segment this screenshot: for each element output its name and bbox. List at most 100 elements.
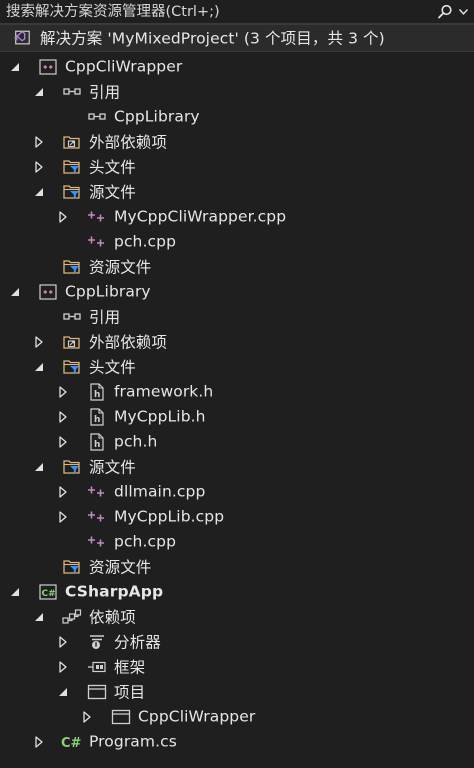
tree-node-cpplib-h-fw[interactable]: h framework.h xyxy=(0,379,474,404)
tree-node-label: CppCliWrapper xyxy=(65,57,183,76)
tree-node-csharp[interactable]: C# CSharpApp xyxy=(0,579,474,604)
solution-tree: CppCliWrapper 引用 CppLibrary 外部依赖项 头文件 源文件 MyCp… xyxy=(0,54,474,754)
collapsed-chevron-icon[interactable] xyxy=(80,710,94,724)
tree-node-csharp-deps[interactable]: 依赖项 xyxy=(0,604,474,629)
tree-node-csharp-deps-proj[interactable]: 项目 xyxy=(0,679,474,704)
tree-node-label: 依赖项 xyxy=(89,608,136,627)
tree-node-label: CppCliWrapper xyxy=(138,707,256,726)
cpp-project-icon xyxy=(37,58,59,76)
collapsed-chevron-icon[interactable] xyxy=(56,510,70,524)
project-ref-icon xyxy=(86,683,108,701)
expanded-chevron-icon[interactable] xyxy=(32,610,46,624)
header-file-icon: h xyxy=(86,407,108,426)
tree-node-label: 引用 xyxy=(89,308,121,327)
tree-node-cppcli-headers[interactable]: 头文件 xyxy=(0,154,474,179)
header-file-icon: h xyxy=(86,432,108,451)
solution-node[interactable]: 解决方案 'MyMixedProject' (3 个项目，共 3 个) xyxy=(0,23,474,52)
expanded-chevron-icon[interactable] xyxy=(8,60,22,74)
svg-text:C#: C# xyxy=(61,736,82,750)
tree-node-csharp-deps-proj-cli[interactable]: CppCliWrapper xyxy=(0,704,474,729)
search-input[interactable] xyxy=(6,1,434,23)
filter-folder-icon xyxy=(61,158,83,176)
svg-text:C#: C# xyxy=(42,589,56,599)
svg-text:h: h xyxy=(94,440,100,450)
expanded-chevron-icon[interactable] xyxy=(32,185,46,199)
collapsed-chevron-icon[interactable] xyxy=(56,210,70,224)
tree-node-label: Program.cs xyxy=(89,732,177,751)
reference-icon xyxy=(61,83,83,101)
expanded-chevron-icon[interactable] xyxy=(32,360,46,374)
collapsed-chevron-icon[interactable] xyxy=(56,485,70,499)
expanded-chevron-icon[interactable] xyxy=(32,460,46,474)
tree-node-cpplib-refs[interactable]: 引用 xyxy=(0,304,474,329)
tree-node-cpplib-src-pch[interactable]: pch.cpp xyxy=(0,529,474,554)
expanded-chevron-icon[interactable] xyxy=(8,285,22,299)
expanded-chevron-icon[interactable] xyxy=(8,585,22,599)
tree-node-csharp-deps-fw[interactable]: 框架 xyxy=(0,654,474,679)
expanded-chevron-icon[interactable] xyxy=(56,685,70,699)
collapsed-chevron-icon[interactable] xyxy=(56,385,70,399)
collapsed-chevron-icon[interactable] xyxy=(56,635,70,649)
tree-node-label: 框架 xyxy=(114,658,146,677)
filter-folder-icon xyxy=(61,183,83,201)
tree-node-cppcli-sources[interactable]: 源文件 xyxy=(0,179,474,204)
tree-node-label: 外部依赖项 xyxy=(89,133,168,152)
tree-node-label: MyCppLib.cpp xyxy=(114,507,225,526)
collapsed-chevron-icon[interactable] xyxy=(32,135,46,149)
collapsed-chevron-icon[interactable] xyxy=(32,335,46,349)
collapsed-chevron-icon[interactable] xyxy=(56,660,70,674)
external-deps-icon xyxy=(61,333,83,351)
tree-node-csharp-program[interactable]: C# Program.cs xyxy=(0,729,474,754)
tree-node-cpplib-res[interactable]: 资源文件 xyxy=(0,554,474,579)
collapsed-chevron-icon[interactable] xyxy=(56,410,70,424)
reference-icon xyxy=(86,108,108,126)
framework-icon xyxy=(86,658,108,676)
svg-text:h: h xyxy=(94,415,100,425)
filter-folder-icon xyxy=(61,258,83,276)
cpp-file-icon xyxy=(86,233,108,251)
tree-node-label: 引用 xyxy=(89,83,121,102)
tree-node-label: dllmain.cpp xyxy=(114,482,206,501)
cpp-file-icon xyxy=(86,208,108,226)
tree-node-cppcli-src-pch[interactable]: pch.cpp xyxy=(0,229,474,254)
filter-folder-icon xyxy=(61,358,83,376)
tree-node-cpplib-ext[interactable]: 外部依赖项 xyxy=(0,329,474,354)
reference-icon xyxy=(61,308,83,326)
tree-node-label: 源文件 xyxy=(89,183,136,202)
tree-node-cppcli-refs[interactable]: 引用 xyxy=(0,79,474,104)
tree-node-label: pch.cpp xyxy=(114,532,177,551)
tree-node-cppcli-res[interactable]: 资源文件 xyxy=(0,254,474,279)
tree-node-label: 外部依赖项 xyxy=(89,333,168,352)
tree-node-label: pch.h xyxy=(114,432,158,451)
tree-node-cppcli-refs-lib[interactable]: CppLibrary xyxy=(0,104,474,129)
tree-node-cpplib-headers[interactable]: 头文件 xyxy=(0,354,474,379)
tree-node-cpplib-sources[interactable]: 源文件 xyxy=(0,454,474,479)
tree-node-cpplib[interactable]: CppLibrary xyxy=(0,279,474,304)
tree-node-label: 资源文件 xyxy=(89,258,152,277)
cpp-project-icon xyxy=(37,283,59,301)
csharp-file-icon: C# xyxy=(61,733,83,751)
collapsed-chevron-icon[interactable] xyxy=(32,160,46,174)
tree-node-cpplib-src-lib[interactable]: MyCppLib.cpp xyxy=(0,504,474,529)
cpp-file-icon xyxy=(86,533,108,551)
search-icon[interactable] xyxy=(434,1,456,23)
tree-node-cppcli-ext[interactable]: 外部依赖项 xyxy=(0,129,474,154)
expanded-chevron-icon[interactable] xyxy=(32,85,46,99)
tree-node-csharp-deps-analyzer[interactable]: 分析器 xyxy=(0,629,474,654)
csharp-project-icon: C# xyxy=(37,583,59,601)
solution-icon xyxy=(13,29,31,47)
search-options-chevron-icon[interactable] xyxy=(456,9,470,15)
filter-folder-icon xyxy=(61,458,83,476)
tree-node-cpplib-h-lib[interactable]: h MyCppLib.h xyxy=(0,404,474,429)
tree-node-cpplib-h-pch[interactable]: h pch.h xyxy=(0,429,474,454)
tree-node-label: framework.h xyxy=(114,382,214,401)
svg-text:h: h xyxy=(94,390,100,400)
tree-node-cppcli-src-main[interactable]: MyCppCliWrapper.cpp xyxy=(0,204,474,229)
tree-node-cpplib-src-dll[interactable]: dllmain.cpp xyxy=(0,479,474,504)
tree-node-label: CppLibrary xyxy=(65,282,151,301)
collapsed-chevron-icon[interactable] xyxy=(56,435,70,449)
collapsed-chevron-icon[interactable] xyxy=(32,735,46,749)
filter-folder-icon xyxy=(61,558,83,576)
tree-node-cppcli[interactable]: CppCliWrapper xyxy=(0,54,474,79)
tree-node-label: 头文件 xyxy=(89,158,136,177)
